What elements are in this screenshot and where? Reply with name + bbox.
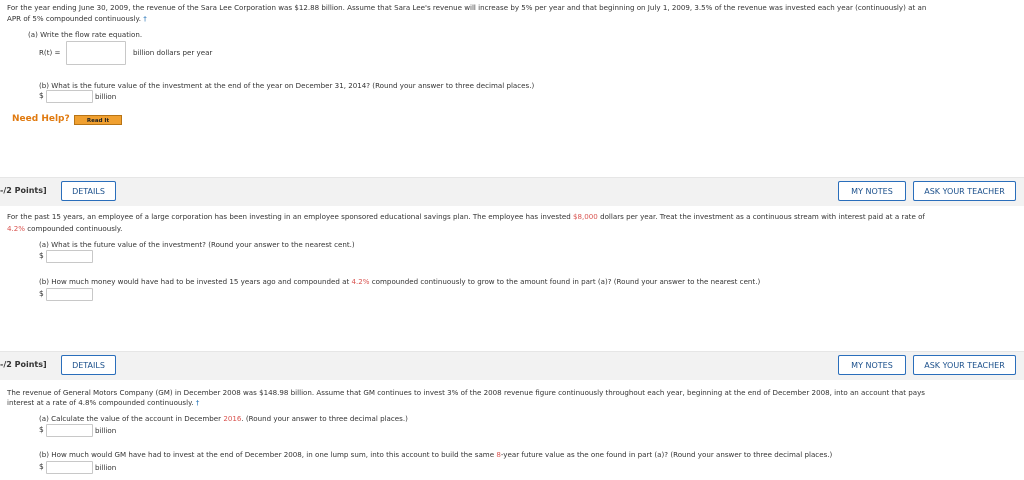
q2-ask-teacher-button[interactable]: ASK YOUR TEACHER [913,181,1016,201]
q2-details-button[interactable]: DETAILS [61,181,116,201]
q3-ask-teacher-button[interactable]: ASK YOUR TEACHER [913,355,1016,375]
q3-points: -/2 Points] [0,360,47,369]
q3-b-unit: billion [95,463,117,472]
q3-statement-line2: interest at a rate of 4.8% compounded co… [7,398,199,408]
q2-text-a: For the past 15 years, an employee of a … [7,212,573,221]
need-help-label: Need Help? [12,114,70,124]
q3-account-value-input[interactable] [46,424,93,437]
q1-statement-text: APR of 5% compounded continuously. [7,14,141,23]
dagger-footnote-link[interactable]: † [143,14,147,23]
q3-a-year: 2016 [223,414,242,423]
q2-b-rate: 4.2% [351,277,370,286]
q2-rate: 4.2% [7,224,26,233]
q2-statement-line2: 4.2% compounded continuously. [7,224,122,234]
q3-lump-sum-input[interactable] [46,461,93,474]
q3-b-text-1: (b) How much would GM have had to invest… [39,450,497,459]
q1-part-a-prompt: (a) Write the flow rate equation. [28,30,143,39]
q2-part-a-prompt: (a) What is the future value of the inve… [39,240,355,249]
q3-statement-text: interest at a rate of 4.8% compounded co… [7,398,194,407]
q3-my-notes-button[interactable]: MY NOTES [838,355,906,375]
q1-future-value-input[interactable] [46,90,93,103]
q2-part-b-prompt: (b) How much money would have had to be … [39,277,760,287]
q2-text-c: compounded continuously. [25,224,123,233]
q3-a-unit: billion [95,426,117,435]
q1-dollar-sign: $ [39,91,44,100]
q1-statement-line1: For the year ending June 30, 2009, the r… [7,3,927,12]
q3-dollar-sign-b: $ [39,462,44,471]
q2-dollar-sign-b: $ [39,289,44,298]
q2-statement-line1: For the past 15 years, an employee of a … [7,212,925,222]
q3-a-text-2: . (Round your answer to three decimal pl… [241,414,408,423]
q2-b-text-1: (b) How much money would have had to be … [39,277,352,286]
q3-details-button[interactable]: DETAILS [61,355,116,375]
q3-part-b-prompt: (b) How much would GM have had to invest… [39,450,832,460]
q2-text-b: dollars per year. Treat the investment a… [597,212,925,221]
q1-part-b-prompt: (b) What is the future value of the inve… [39,81,535,90]
q1-rt-unit: billion dollars per year [133,48,213,57]
q3-statement-line1: The revenue of General Motors Company (G… [7,388,925,397]
q2-dollar-sign-a: $ [39,251,44,260]
dagger-footnote-link[interactable]: † [196,398,200,407]
q2-amount: $8,000 [572,212,598,221]
q3-dollar-sign-a: $ [39,425,44,434]
q2-my-notes-button[interactable]: MY NOTES [838,181,906,201]
q2-b-text-2: compounded continuously to grow to the a… [369,277,761,286]
q3-part-a-prompt: (a) Calculate the value of the account i… [39,414,408,424]
q2-future-value-input[interactable] [46,250,93,263]
q2-present-value-input[interactable] [46,288,93,301]
q1-rt-label: R(t) = [39,48,61,57]
q3-a-text-1: (a) Calculate the value of the account i… [39,414,224,423]
q1-rt-input[interactable] [66,41,126,65]
q1-statement-line2: APR of 5% compounded continuously. † [7,14,147,24]
read-it-button[interactable]: Read It [74,115,122,125]
q2-points: -/2 Points] [0,186,47,195]
q3-b-text-2: -year future value as the one found in p… [500,450,833,459]
q1-b-unit: billion [95,92,117,101]
